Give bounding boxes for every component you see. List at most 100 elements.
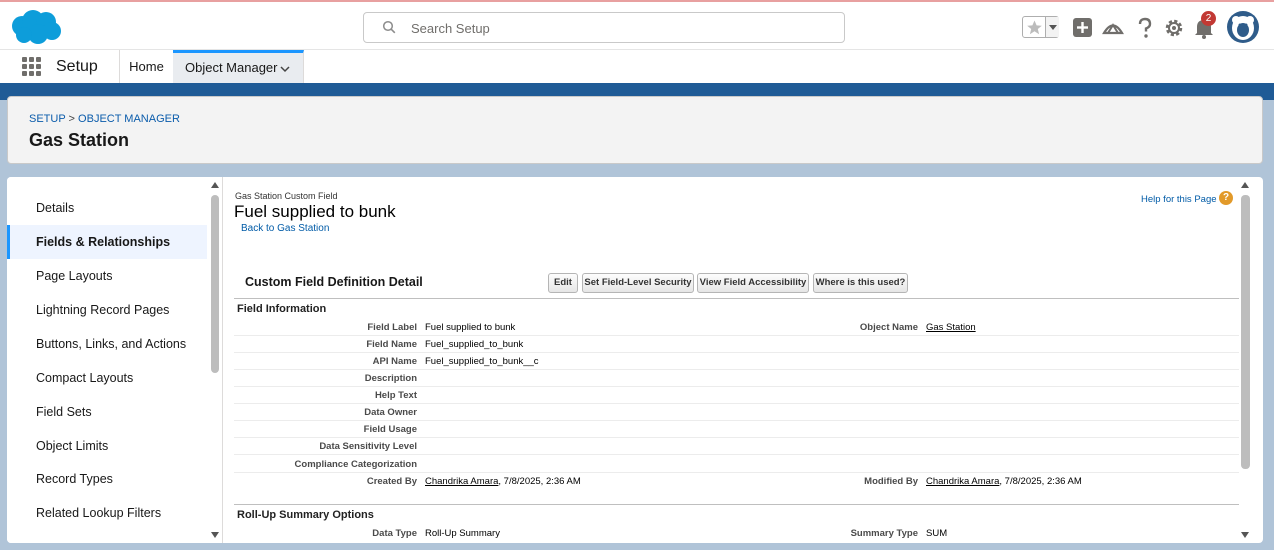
global-header: Search Setup 2 <box>0 0 1274 49</box>
detail-row-data-owner: Data Owner <box>234 404 1239 421</box>
search-input[interactable]: Search Setup <box>363 12 845 43</box>
sidebar-item-lightning-record-pages[interactable]: Lightning Record Pages <box>7 293 207 327</box>
tab-object-manager-label: Object Manager <box>185 60 278 75</box>
sidebar-item-record-types[interactable]: Record Types <box>7 462 207 496</box>
detail-row-field-usage: Field Usage <box>234 421 1239 438</box>
sidebar-item-compact-layouts[interactable]: Compact Layouts <box>7 361 207 395</box>
field-label-label: Field Label <box>367 322 417 333</box>
sidebar-item-related-lookup-filters[interactable]: Related Lookup Filters <box>7 496 207 530</box>
trailhead-guidance-icon[interactable] <box>1101 16 1125 40</box>
object-manager-main-card: Details Fields & Relationships Page Layo… <box>7 177 1263 543</box>
scroll-down-arrow-icon[interactable] <box>1241 532 1249 538</box>
sidebar-item-details[interactable]: Details <box>7 191 207 225</box>
detail-row-created-modified: Created By Chandrika Amara, 7/8/2025, 2:… <box>234 473 1239 490</box>
modified-by-label: Modified By <box>864 476 918 487</box>
data-owner-label: Data Owner <box>364 407 417 418</box>
help-question-icon[interactable]: ? <box>1219 191 1233 205</box>
breadcrumb: SETUP > OBJECT MANAGER <box>29 113 180 125</box>
detail-row-field-name: Field Name Fuel_supplied_to_bunk <box>234 336 1239 353</box>
search-icon <box>382 20 396 34</box>
detail-row-data-sensitivity-level: Data Sensitivity Level <box>234 438 1239 455</box>
modified-by-user-link[interactable]: Chandrika Amara <box>926 476 999 487</box>
created-by-user-link[interactable]: Chandrika Amara <box>425 476 498 487</box>
page-title: Gas Station <box>29 130 130 150</box>
breadcrumb-separator: > <box>68 113 75 125</box>
help-question-icon[interactable] <box>1133 16 1157 40</box>
edit-button[interactable]: Edit <box>548 273 578 293</box>
salesforce-logo-icon[interactable] <box>8 8 62 46</box>
notification-count-badge: 2 <box>1201 11 1216 26</box>
global-actions-plus-icon[interactable] <box>1071 16 1095 40</box>
description-label: Description <box>364 373 417 384</box>
chevron-down-icon[interactable] <box>279 63 291 75</box>
detail-row-field-label: Field Label Fuel supplied to bunk Object… <box>234 319 1239 336</box>
field-usage-label: Field Usage <box>363 424 417 435</box>
app-launcher-icon[interactable] <box>22 57 42 77</box>
app-name: Setup <box>56 58 98 75</box>
data-type-value: Roll-Up Summary <box>425 528 500 539</box>
rollup-section-divider <box>234 504 1239 505</box>
sidebar-item-object-limits[interactable]: Object Limits <box>7 429 207 463</box>
setup-gear-icon[interactable] <box>1162 16 1186 40</box>
breadcrumb-setup-link[interactable]: SETUP <box>29 113 65 125</box>
detail-row-api-name: API Name Fuel_supplied_to_bunk__c <box>234 353 1239 370</box>
modified-by-date: , 7/8/2025, 2:36 AM <box>999 476 1082 487</box>
object-name-label: Object Name <box>859 322 918 333</box>
scroll-down-arrow-icon[interactable] <box>211 532 219 538</box>
app-navigation-bar: Setup Home Object Manager <box>0 49 1274 84</box>
field-type-label: Gas Station Custom Field <box>235 191 338 201</box>
back-to-object-link[interactable]: Back to Gas Station <box>241 223 329 234</box>
object-name-link[interactable]: Gas Station <box>926 322 976 333</box>
tab-object-manager[interactable]: Object Manager <box>173 50 304 84</box>
breadcrumb-object-manager-link[interactable]: OBJECT MANAGER <box>78 113 180 125</box>
content-scrollbar-thumb[interactable] <box>1241 195 1250 469</box>
field-label-value: Fuel supplied to bunk <box>425 322 516 333</box>
content-scrollbar[interactable] <box>1239 177 1252 543</box>
tab-home[interactable]: Home <box>119 50 173 84</box>
favorites-dropdown-button[interactable] <box>1045 17 1059 37</box>
detail-row-help-text: Help Text <box>234 387 1239 404</box>
summary-type-label: Summary Type <box>850 528 918 539</box>
sidebar-scrollbar-thumb[interactable] <box>211 195 219 373</box>
object-sidebar: Details Fields & Relationships Page Layo… <box>7 177 222 543</box>
star-icon <box>1027 20 1042 35</box>
summary-type-value: SUM <box>926 528 948 539</box>
favorites-button[interactable] <box>1022 16 1059 38</box>
field-detail-panel: Gas Station Custom Field Fuel supplied t… <box>222 177 1263 543</box>
set-field-level-security-button[interactable]: Set Field-Level Security <box>582 273 694 293</box>
detail-row-description: Description <box>234 370 1239 387</box>
sidebar-scrollbar[interactable] <box>210 177 221 543</box>
data-type-label: Data Type <box>372 528 417 539</box>
sidebar-item-buttons-links-actions[interactable]: Buttons, Links, and Actions <box>7 327 207 361</box>
detail-row-compliance-categorization: Compliance Categorization <box>234 456 1239 473</box>
sidebar-item-page-layouts[interactable]: Page Layouts <box>7 259 207 293</box>
section-title: Custom Field Definition Detail <box>245 275 423 289</box>
search-placeholder: Search Setup <box>411 21 490 36</box>
chevron-down-icon <box>1049 25 1057 30</box>
field-name-label: Field Name <box>366 339 417 350</box>
created-by-label: Created By <box>366 476 417 487</box>
sidebar-item-fields-relationships[interactable]: Fields & Relationships <box>7 225 207 259</box>
created-by-date: , 7/8/2025, 2:36 AM <box>498 476 581 487</box>
compliance-categorization-label: Compliance Categorization <box>294 459 417 470</box>
detail-row-data-type: Data Type Roll-Up Summary Summary Type S… <box>234 525 1239 542</box>
help-text-label: Help Text <box>374 390 417 401</box>
scroll-up-arrow-icon[interactable] <box>211 182 219 188</box>
user-avatar[interactable] <box>1227 11 1259 43</box>
sidebar-item-field-sets[interactable]: Field Sets <box>7 395 207 429</box>
created-by-value: Chandrika Amara, 7/8/2025, 2:36 AM <box>425 476 581 487</box>
rollup-summary-options-heading: Roll-Up Summary Options <box>237 509 374 521</box>
api-name-label: API Name <box>372 356 417 367</box>
api-name-value: Fuel_supplied_to_bunk__c <box>425 356 539 367</box>
section-divider <box>234 298 1239 299</box>
field-information-heading: Field Information <box>237 303 327 315</box>
field-name-value: Fuel_supplied_to_bunk <box>425 339 524 350</box>
modified-by-value: Chandrika Amara, 7/8/2025, 2:36 AM <box>926 476 1082 487</box>
astro-avatar-icon <box>1232 16 1254 40</box>
data-sensitivity-level-label: Data Sensitivity Level <box>319 441 417 452</box>
scroll-up-arrow-icon[interactable] <box>1241 182 1249 188</box>
where-is-this-used-button[interactable]: Where is this used? <box>813 273 908 293</box>
object-header-card: SETUP > OBJECT MANAGER Gas Station <box>7 96 1263 164</box>
help-for-page-link[interactable]: Help for this Page <box>1141 194 1217 205</box>
view-field-accessibility-button[interactable]: View Field Accessibility <box>697 273 809 293</box>
